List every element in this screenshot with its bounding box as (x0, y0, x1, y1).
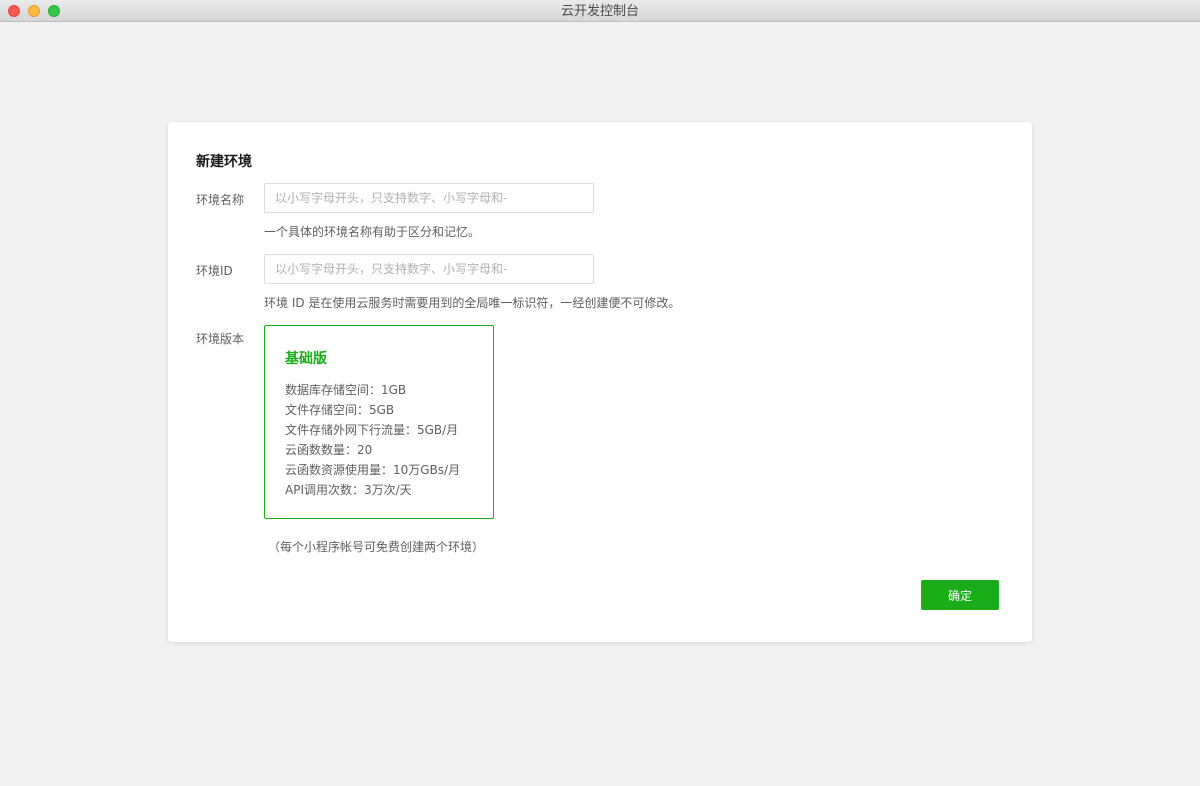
plan-feature: 云函数资源使用量：10万GBs/月 (285, 463, 461, 477)
minimize-window-button[interactable] (28, 5, 40, 17)
plan-feature: API调用次数：3万次/天 (285, 483, 412, 497)
env-id-label: 环境ID (196, 264, 233, 278)
env-name-input[interactable] (264, 183, 594, 213)
env-version-label: 环境版本 (196, 332, 245, 346)
basic-plan-card[interactable]: 基础版 数据库存储空间：1GB 文件存储空间：5GB 文件存储外网下行流量：5G… (264, 325, 494, 519)
new-environment-dialog: 新建环境 环境名称 一个具体的环境名称有助于区分和记忆。 环境ID 环境 ID … (168, 122, 1032, 642)
env-name-hint: 一个具体的环境名称有助于区分和记忆。 (264, 225, 481, 239)
window-titlebar: 云开发控制台 (0, 0, 1200, 22)
plan-feature: 文件存储外网下行流量：5GB/月 (285, 423, 459, 437)
close-window-button[interactable] (8, 5, 20, 17)
window-title: 云开发控制台 (560, 4, 639, 19)
dialog-title: 新建环境 (196, 154, 252, 170)
env-name-label: 环境名称 (196, 193, 245, 207)
plan-feature: 文件存储空间：5GB (285, 403, 395, 417)
free-environment-note: （每个小程序帐号可免费创建两个环境） (268, 540, 485, 554)
plan-feature: 数据库存储空间：1GB (285, 383, 407, 397)
confirm-button[interactable]: 确定 (921, 580, 999, 610)
env-id-input[interactable] (264, 254, 594, 284)
maximize-window-button[interactable] (48, 5, 60, 17)
plan-name: 基础版 (285, 351, 327, 367)
plan-feature: 云函数数量：20 (285, 443, 373, 457)
env-id-hint: 环境 ID 是在使用云服务时需要用到的全局唯一标识符，一经创建便不可修改。 (264, 296, 681, 310)
